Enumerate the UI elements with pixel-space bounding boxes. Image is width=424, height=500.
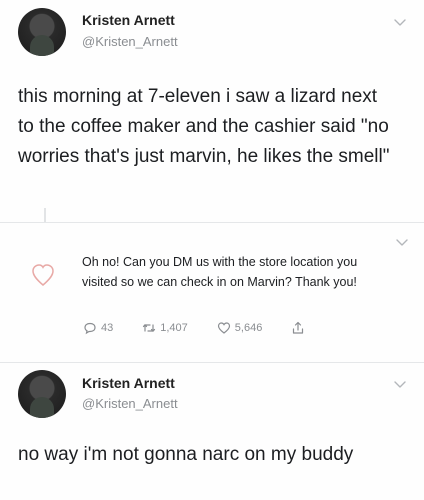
seven-eleven-logo-icon[interactable] (30, 262, 56, 288)
retweet-count: 1,407 (160, 322, 188, 334)
tweet-text: this morning at 7-eleven i saw a lizard … (18, 86, 390, 167)
reply-text: Oh no! Can you DM us with the store loca… (82, 255, 358, 289)
action-bar: 43 1,407 5,646 (82, 320, 334, 336)
comment-icon (84, 322, 96, 335)
chevron-down-icon[interactable] (392, 376, 408, 392)
tweet-original: Kristen Arnett @Kristen_Arnett this morn… (0, 0, 424, 222)
avatar[interactable] (18, 370, 66, 418)
author-name[interactable]: Kristen Arnett (82, 375, 175, 391)
tweet-reply: Oh no! Can you DM us with the store loca… (0, 208, 424, 362)
retweet-icon (143, 324, 156, 332)
chevron-down-icon[interactable] (394, 234, 410, 250)
author-handle[interactable]: @Kristen_Arnett (82, 34, 178, 49)
author-handle[interactable]: @Kristen_Arnett (82, 396, 178, 411)
like-count: 5,646 (234, 322, 263, 334)
avatar[interactable] (18, 8, 66, 56)
thread-line (44, 208, 46, 222)
like-action[interactable]: 5,646 (216, 320, 263, 336)
author-name[interactable]: Kristen Arnett (82, 12, 175, 28)
retweet-action[interactable]: 1,407 (141, 320, 188, 336)
chevron-down-icon[interactable] (392, 14, 408, 30)
tweet-response: Kristen Arnett @Kristen_Arnett no way i'… (0, 362, 424, 500)
heart-icon (217, 322, 230, 334)
reply-count: 43 (101, 322, 114, 334)
share-icon (293, 321, 304, 334)
tweet-text: no way i'm not gonna narc on my buddy (18, 444, 354, 465)
share-action[interactable] (290, 320, 306, 336)
reply-action[interactable]: 43 (82, 320, 113, 336)
